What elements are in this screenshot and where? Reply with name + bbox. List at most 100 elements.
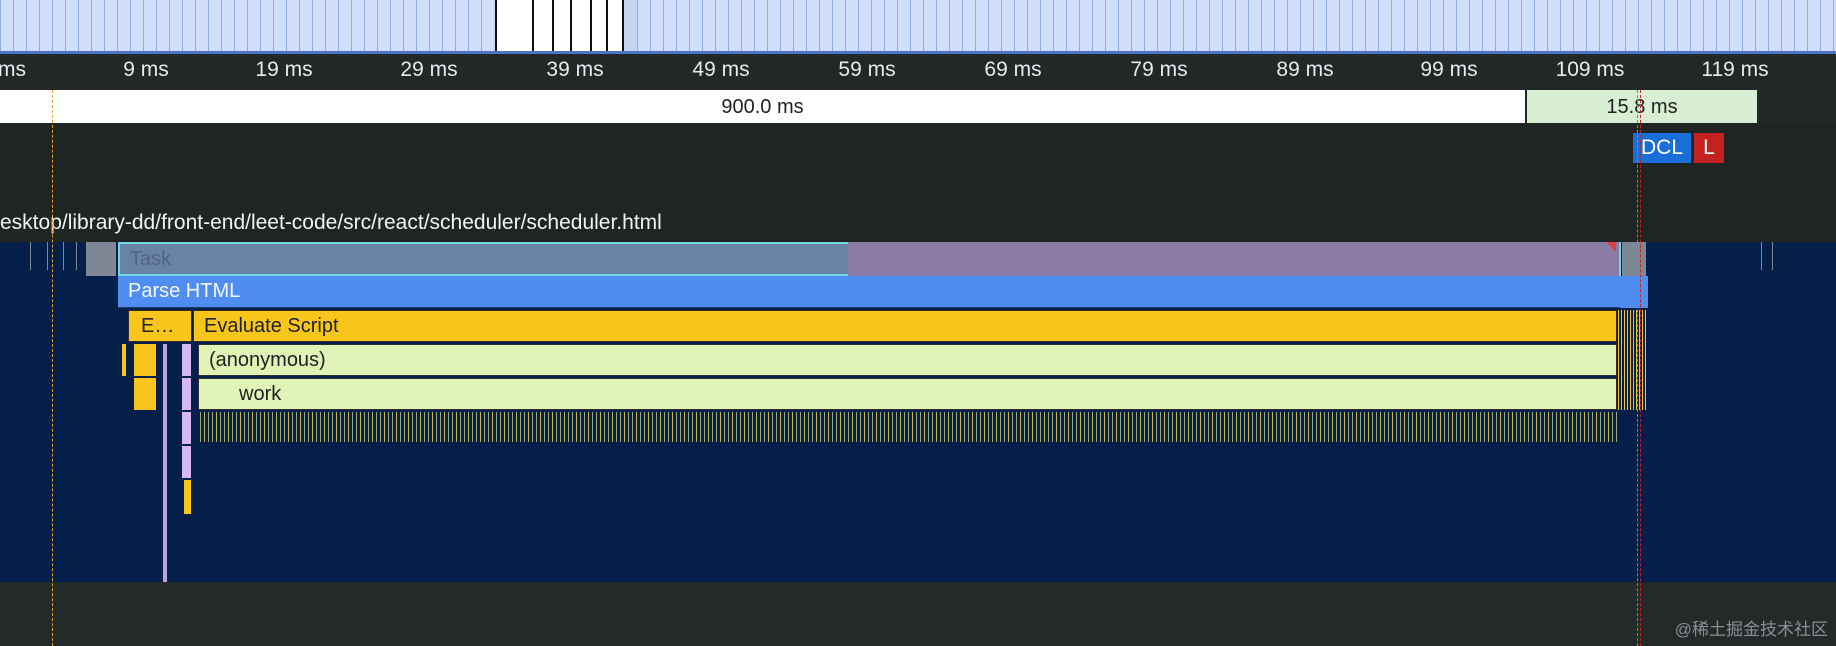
flame-sliver [1488, 412, 1489, 442]
overview-selection[interactable] [495, 0, 623, 54]
flame-sliver [1024, 412, 1025, 442]
flame-sliver [384, 412, 385, 442]
flame-sliver [868, 412, 869, 442]
flame-chart[interactable]: Task Parse HTML E… Evaluate Script (anon… [0, 242, 1836, 582]
flame-sliver [332, 412, 333, 442]
flame-sliver [252, 412, 253, 442]
overview-frame-bar [1261, 0, 1274, 51]
overview-frame-bar [1287, 0, 1300, 51]
flame-sliver [1176, 412, 1177, 442]
flame-sliver [1604, 412, 1605, 442]
flame-sliver [232, 412, 233, 442]
marker-line [1640, 90, 1642, 646]
flame-sliver [1618, 310, 1619, 410]
timing-second-bar[interactable]: 15.8 ms [1527, 90, 1757, 123]
flame-sliver [1456, 412, 1457, 442]
overview-frame-bar [1547, 0, 1560, 51]
flame-sliver [1232, 412, 1233, 442]
tick-label: 119 ms [1701, 58, 1769, 81]
flame-sliver [340, 412, 341, 442]
overview-frame-bar [312, 0, 325, 51]
flame-sliver [628, 412, 629, 442]
flame-sliver [436, 412, 437, 442]
flame-sliver [920, 412, 921, 442]
time-ruler: ms 9 ms 19 ms 29 ms 39 ms 49 ms 59 ms 69… [0, 54, 1836, 90]
overview-frame-bar [1235, 0, 1248, 51]
overview-frame-bar [1638, 0, 1651, 51]
flame-sliver [944, 412, 945, 442]
flame-sliver [892, 412, 893, 442]
flame-sliver [115, 242, 116, 270]
flame-sliver [1444, 412, 1445, 442]
flame-sliver [872, 412, 873, 442]
overview-frame-bar [1170, 0, 1183, 51]
parse-html-bar[interactable]: Parse HTML [118, 276, 1648, 308]
evaluate-script-short-bar[interactable]: E… [128, 310, 192, 342]
overview-frame-bar [390, 0, 403, 51]
timing-main-label: 900.0 ms [721, 96, 804, 118]
anonymous-function-bar[interactable]: (anonymous) [198, 344, 1617, 376]
overview-frame-bar [1664, 0, 1677, 51]
flame-sliver [1244, 412, 1245, 442]
flame-sliver [752, 412, 753, 442]
flame-sliver [1256, 412, 1257, 442]
flame-sliver [1452, 412, 1453, 442]
flame-sliver [200, 412, 201, 442]
flame-sliver [1428, 412, 1429, 442]
flame-sliver [376, 412, 377, 442]
overview-frame-bar [1066, 0, 1079, 51]
overview-frame-bar [1222, 0, 1235, 51]
flame-sliver [1448, 412, 1449, 442]
flame-sliver [804, 412, 805, 442]
flame-sliver [676, 412, 677, 442]
flame-sliver [660, 412, 661, 442]
flame-sliver [1000, 412, 1001, 442]
overview-frame-bar [1573, 0, 1586, 51]
flame-sliver [764, 412, 765, 442]
flame-sliver [1336, 412, 1337, 442]
overview-frame-bar [1326, 0, 1339, 51]
overview-frame-bar [1651, 0, 1664, 51]
flame-sliver [1630, 310, 1631, 410]
flame-sliver [828, 412, 829, 442]
overview-frame-bar [884, 0, 897, 51]
flame-sliver [592, 412, 593, 442]
flame-sliver [632, 412, 633, 442]
flame-sliver [588, 412, 589, 442]
marker-line [52, 90, 54, 646]
overview-frame-bar [793, 0, 806, 51]
evaluate-script-bar[interactable]: Evaluate Script [193, 310, 1617, 342]
overview-frame-bar [1118, 0, 1131, 51]
flame-sliver [328, 412, 329, 442]
flame-sliver [756, 412, 757, 442]
flame-sliver [1564, 412, 1565, 442]
overview-track[interactable] [0, 0, 1836, 54]
bottom-track: @稀土掘金技术社区 [0, 582, 1836, 646]
overview-frame-bar [117, 0, 130, 51]
flame-sliver [240, 412, 241, 442]
overview-frame-bar [234, 0, 247, 51]
work-function-bar[interactable]: work [198, 378, 1617, 410]
flame-sliver [848, 412, 849, 442]
overview-frame-bar [897, 0, 910, 51]
flame-sliver [380, 412, 381, 442]
evaluate-script-label: Evaluate Script [204, 315, 339, 337]
flame-sliver [348, 412, 349, 442]
flame-sliver [768, 412, 769, 442]
flame-sliver [1288, 412, 1289, 442]
flame-sliver [1216, 412, 1217, 442]
load-marker[interactable]: L [1694, 133, 1724, 163]
flame-sliver [576, 412, 577, 442]
overview-frame-bar [325, 0, 338, 51]
flame-sliver [1236, 412, 1237, 442]
flame-sliver [1120, 412, 1121, 442]
flame-sliver [852, 412, 853, 442]
tick-label: 69 ms [984, 58, 1042, 81]
timing-main-bar[interactable]: 900.0 ms [0, 90, 1525, 123]
flame-sliver [1432, 412, 1433, 442]
frame-url-row: esktop/library-dd/front-end/leet-code/sr… [0, 206, 1836, 242]
overview-frame-bar [754, 0, 767, 51]
flame-sliver [704, 412, 705, 442]
evaluate-short-label: E… [141, 315, 175, 337]
flame-sliver [134, 344, 156, 376]
